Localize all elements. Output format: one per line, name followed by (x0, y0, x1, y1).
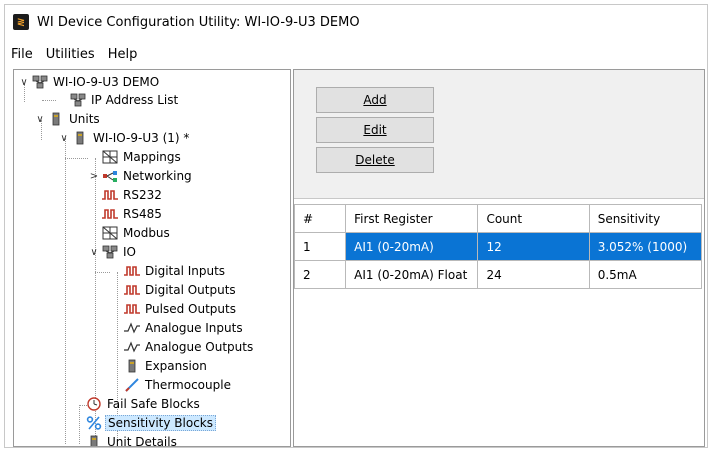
unit-icon (86, 435, 102, 446)
expand-chevron-icon[interactable]: ∨ (18, 77, 30, 88)
tree-item[interactable]: ∨ WI-IO-9-U3 (1) * (58, 129, 191, 147)
tree-item[interactable]: Fail Safe Blocks (72, 395, 202, 413)
sensitivity-grid: # First Register Count Sensitivity 1 AI1… (294, 204, 703, 289)
tree-item-label: Analogue Inputs (145, 321, 243, 335)
table-row[interactable]: 2 AI1 (0-20mA) Float 24 0.5mA (294, 260, 703, 289)
tree-connector-line (95, 272, 110, 273)
digital-signal-icon (124, 302, 140, 316)
tree-item[interactable]: Sensitivity Blocks (72, 414, 216, 432)
menu-utilities[interactable]: Utilities (40, 47, 102, 62)
tree-item-label: Pulsed Outputs (145, 302, 236, 316)
expand-chevron-icon[interactable]: ∨ (58, 133, 70, 144)
thermocouple-icon (124, 378, 140, 392)
sensitivity-cell[interactable]: 0.5mA (588, 260, 703, 289)
unit-icon (48, 112, 64, 126)
first-register-cell[interactable]: AI1 (0-20mA) Float (345, 260, 479, 289)
tree-item[interactable]: RS232 (88, 186, 164, 204)
row-index-cell[interactable]: 2 (294, 260, 347, 289)
count-cell[interactable]: 12 (477, 232, 590, 261)
collapse-chevron-icon[interactable]: > (88, 171, 100, 182)
tree-item[interactable]: ∨ WI-IO-9-U3 DEMO (18, 73, 161, 91)
networking-icon (102, 169, 118, 183)
tree-item-label: WI-IO-9-U3 (1) * (93, 131, 190, 145)
tree-item[interactable]: Modbus (88, 224, 172, 242)
tree-item[interactable]: Unit Details (72, 433, 179, 447)
tree-item-label: Fail Safe Blocks (107, 397, 200, 411)
device-tree[interactable]: ∨ WI-IO-9-U3 DEMO IP Address List ∨ Units ∨ WI… (13, 69, 291, 447)
network-icon (102, 245, 118, 259)
sensitivity-cell[interactable]: 3.052% (1000) (588, 232, 703, 261)
tree-item-label: Digital Outputs (145, 283, 236, 297)
window-title: WI Device Configuration Utility: WI-IO-9… (37, 14, 360, 30)
analogue-signal-icon (124, 321, 140, 335)
first-register-cell[interactable]: AI1 (0-20mA) (345, 232, 479, 261)
tree-item[interactable]: ∨ IO (88, 243, 138, 261)
add-button[interactable]: Add (316, 87, 434, 113)
percent-icon (86, 416, 102, 430)
app-logo-icon: ≷ (13, 14, 29, 30)
tree-connector-line (65, 158, 88, 159)
expand-chevron-icon[interactable]: ∨ (88, 247, 100, 258)
column-header-count[interactable]: Count (477, 204, 590, 233)
tree-item-label: Unit Details (107, 435, 177, 447)
tree-item-label: IO (123, 245, 136, 259)
tree-item-label: Analogue Outputs (145, 340, 254, 354)
tree-item-label: Sensitivity Blocks (105, 415, 216, 431)
button-panel: Add Edit Delete (294, 70, 704, 199)
tree-item[interactable]: ∨ Units (34, 110, 102, 128)
tree-connector-line (65, 138, 66, 444)
mapping-icon (102, 226, 118, 240)
grid-header-row: # First Register Count Sensitivity (294, 204, 703, 233)
analogue-signal-icon (124, 340, 140, 354)
tree-item[interactable]: Analogue Outputs (110, 338, 255, 356)
tree-item-label: Thermocouple (145, 378, 231, 392)
tree-item-label: RS485 (123, 207, 162, 221)
network-icon (70, 93, 86, 107)
tree-item-label: Expansion (145, 359, 207, 373)
menu-file[interactable]: File (5, 47, 40, 62)
tree-item[interactable]: Analogue Inputs (110, 319, 245, 337)
row-index-cell[interactable]: 1 (294, 232, 347, 261)
mapping-icon (102, 150, 118, 164)
unit-icon (124, 359, 140, 373)
column-header-first-register[interactable]: First Register (345, 204, 479, 233)
tree-item-label: Digital Inputs (145, 264, 226, 278)
app-window: ≷ WI Device Configuration Utility: WI-IO… (4, 4, 708, 448)
detail-pane: Add Edit Delete # First Register Count S… (293, 69, 705, 447)
tree-item[interactable]: Digital Inputs (110, 262, 227, 280)
tree-item-label: Networking (123, 169, 192, 183)
delete-button[interactable]: Delete (316, 147, 434, 173)
menu-help[interactable]: Help (102, 47, 145, 62)
tree-item[interactable]: Mappings (88, 148, 183, 166)
unit-icon (72, 131, 88, 145)
table-row[interactable]: 1 AI1 (0-20mA) 12 3.052% (1000) (294, 232, 703, 261)
tree-item[interactable]: Pulsed Outputs (110, 300, 238, 318)
tree-item[interactable]: > Networking (88, 167, 194, 185)
fail-safe-icon (86, 397, 102, 411)
tree-item[interactable]: Digital Outputs (110, 281, 238, 299)
tree-item-label: WI-IO-9-U3 DEMO (53, 75, 160, 89)
digital-signal-icon (102, 188, 118, 202)
tree-connector-line (42, 100, 56, 101)
column-header-sensitivity[interactable]: Sensitivity (588, 204, 703, 233)
digital-signal-icon (102, 207, 118, 221)
edit-button[interactable]: Edit (316, 117, 434, 143)
tree-item-label: RS232 (123, 188, 162, 202)
menu-bar: File Utilities Help (5, 43, 707, 65)
count-cell[interactable]: 24 (477, 260, 590, 289)
digital-signal-icon (124, 283, 140, 297)
column-header-index[interactable]: # (294, 204, 347, 233)
digital-signal-icon (124, 264, 140, 278)
tree-item[interactable]: RS485 (88, 205, 164, 223)
network-icon (32, 75, 48, 89)
tree-item-label: Units (69, 112, 100, 126)
tree-item[interactable]: IP Address List (56, 91, 180, 109)
tree-item[interactable]: Thermocouple (110, 376, 233, 394)
tree-item-label: IP Address List (91, 93, 179, 107)
expand-chevron-icon[interactable]: ∨ (34, 114, 46, 125)
tree-item[interactable]: Expansion (110, 357, 209, 375)
title-bar: ≷ WI Device Configuration Utility: WI-IO… (5, 5, 707, 39)
tree-item-label: Mappings (123, 150, 181, 164)
tree-item-label: Modbus (123, 226, 170, 240)
